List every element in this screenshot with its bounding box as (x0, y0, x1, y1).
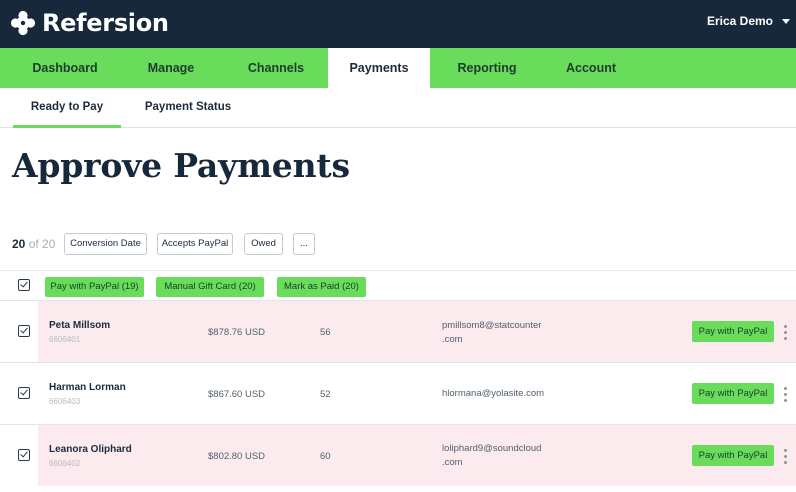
amount-owed: $867.60 USD (208, 389, 266, 400)
bulk-pay-paypal-button[interactable]: Pay with PayPal (19) (45, 277, 144, 297)
row-checkbox[interactable] (18, 387, 30, 399)
email-line: .com (442, 334, 463, 345)
email-line: hlormana@yolasite.com (442, 388, 545, 399)
conversion-count: 56 (320, 327, 331, 338)
tab-payments[interactable]: Payments (328, 48, 430, 88)
affiliate-email: pmillsom8@statcounter .com (442, 319, 541, 347)
more-options-icon[interactable] (783, 323, 789, 341)
logo[interactable]: Refersion (10, 8, 169, 38)
affiliate-email: loliphard9@soundcloud .com (442, 442, 541, 470)
more-options-icon[interactable] (783, 447, 789, 465)
result-count: 20 of 20 (12, 237, 55, 251)
row-highlight (38, 301, 796, 362)
row-checkbox[interactable] (18, 449, 30, 461)
bulk-actions-row: Pay with PayPal (19) Manual Gift Card (2… (0, 270, 796, 301)
main-nav: Dashboard Manage Channels Payments Repor… (0, 48, 796, 88)
logo-text: Refersion (42, 9, 169, 37)
affiliate-name[interactable]: Leanora Oliphard (49, 444, 132, 455)
caret-down-icon (782, 18, 790, 24)
email-line: loliphard9@soundcloud (442, 443, 542, 454)
tab-reporting[interactable]: Reporting (430, 48, 544, 88)
sub-nav: Ready to Pay Payment Status (0, 88, 796, 128)
affiliate-id: 6606401 (49, 335, 81, 344)
pay-paypal-button[interactable]: Pay with PayPal (692, 321, 774, 342)
tab-channels[interactable]: Channels (224, 48, 328, 88)
user-menu[interactable]: Erica Demo (707, 14, 790, 28)
table-row: Harman Lorman 6606403 $867.60 USD 52 hlo… (0, 362, 796, 424)
conversion-count: 52 (320, 389, 331, 400)
tab-account[interactable]: Account (544, 48, 638, 88)
more-filters-button[interactable]: ... (293, 233, 315, 255)
row-checkbox[interactable] (18, 325, 30, 337)
affiliate-name[interactable]: Harman Lorman (49, 382, 126, 393)
affiliate-email: hlormana@yolasite.com (442, 387, 544, 401)
pay-paypal-button[interactable]: Pay with PayPal (692, 383, 774, 404)
bulk-mark-as-paid-button[interactable]: Mark as Paid (20) (277, 277, 366, 297)
result-count-number: 20 (12, 237, 26, 251)
amount-owed: $878.76 USD (208, 327, 266, 338)
conversion-count: 60 (320, 451, 331, 462)
user-name: Erica Demo (706, 14, 773, 28)
subtab-ready-to-pay[interactable]: Ready to Pay (13, 88, 121, 128)
amount-owed: $802.80 USD (208, 451, 266, 462)
table-row: Peta Millsom 6606401 $878.76 USD 56 pmil… (0, 300, 796, 362)
filter-owed-button[interactable]: Owed (244, 233, 283, 255)
result-count-total: of 20 (28, 237, 56, 251)
top-bar: Refersion Erica Demo (0, 0, 796, 48)
refersion-logo-icon (10, 10, 36, 36)
filter-accepts-paypal-button[interactable]: Accepts PayPal (157, 233, 233, 255)
select-all-checkbox[interactable] (18, 279, 30, 291)
affiliate-name[interactable]: Peta Millsom (49, 320, 110, 331)
subtab-payment-status[interactable]: Payment Status (140, 88, 236, 128)
tab-dashboard[interactable]: Dashboard (12, 48, 118, 88)
filter-conversion-date-button[interactable]: Conversion Date (64, 233, 147, 255)
pay-paypal-button[interactable]: Pay with PayPal (692, 445, 774, 466)
affiliate-id: 6606402 (49, 459, 81, 468)
bulk-manual-gift-card-button[interactable]: Manual Gift Card (20) (156, 277, 264, 297)
page-title: Approve Payments (12, 146, 350, 185)
email-line: .com (442, 457, 463, 468)
affiliate-id: 6606403 (49, 397, 81, 406)
table-row: Leanora Oliphard 6606402 $802.80 USD 60 … (0, 424, 796, 486)
more-options-icon[interactable] (783, 385, 789, 403)
row-highlight (38, 425, 796, 486)
tab-manage[interactable]: Manage (118, 48, 224, 88)
email-line: pmillsom8@statcounter (442, 320, 542, 331)
